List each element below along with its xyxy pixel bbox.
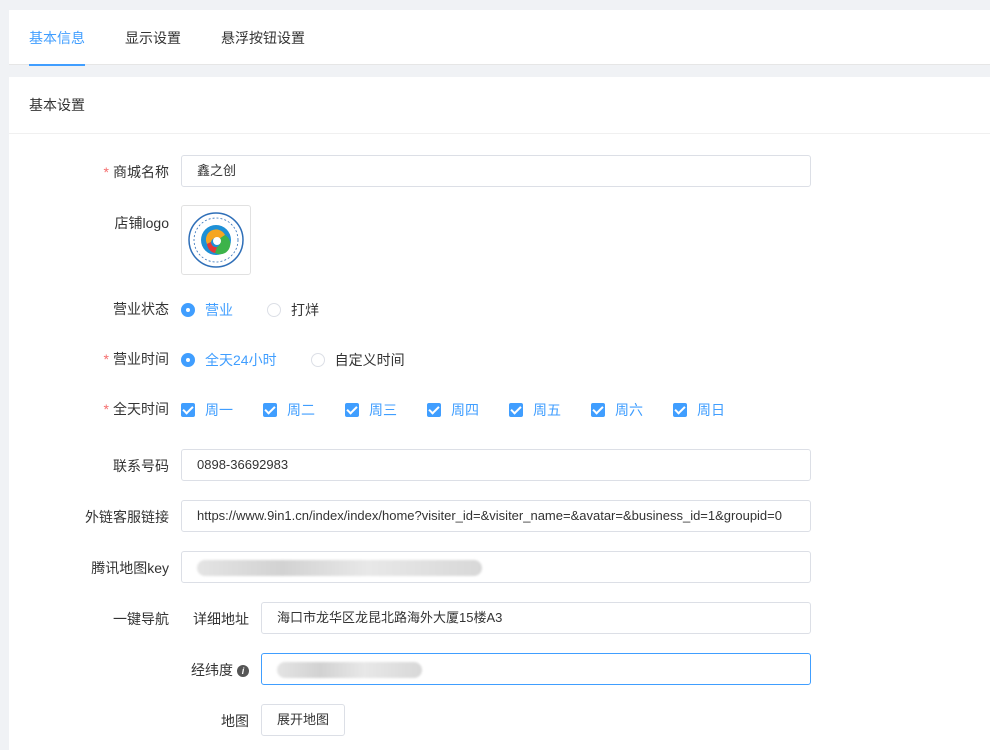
logo-upload[interactable] bbox=[181, 205, 251, 275]
shop-name-label: * 商城名称 bbox=[103, 164, 169, 180]
business-hours-label: * 营业时间 bbox=[103, 351, 169, 367]
address-label: 详细地址 bbox=[193, 611, 249, 627]
service-link-label: 外链客服链接 bbox=[85, 509, 169, 525]
phone-label: 联系号码 bbox=[113, 458, 169, 474]
radio-dot bbox=[181, 353, 195, 367]
status-closed-radio[interactable]: 打烊 bbox=[267, 300, 319, 320]
service-link-input[interactable]: https://www.9in1.cn/index/index/home?vis… bbox=[181, 500, 811, 532]
business-hours-radios: 全天24小时 自定义时间 bbox=[181, 350, 439, 370]
radio-dot bbox=[310, 353, 325, 367]
business-status-radios: 营业 打烊 bbox=[181, 300, 353, 320]
tab-display-settings[interactable]: 显示设置 bbox=[125, 10, 181, 65]
latlng-label: 经纬度 i bbox=[169, 660, 249, 680]
shop-name-input[interactable]: 鑫之创 bbox=[181, 155, 811, 187]
checkbox-icon bbox=[263, 403, 277, 417]
checkbox-sunday[interactable]: 周日 bbox=[673, 400, 755, 420]
navigation-label: 一键导航 bbox=[113, 611, 169, 627]
checkbox-monday[interactable]: 周一 bbox=[181, 400, 263, 420]
section-title: 基本设置 bbox=[9, 77, 990, 134]
status-open-radio[interactable]: 营业 bbox=[181, 300, 233, 320]
checkbox-icon bbox=[509, 403, 523, 417]
shop-logo-image bbox=[188, 212, 244, 268]
checkbox-thursday[interactable]: 周四 bbox=[427, 400, 509, 420]
map-key-input[interactable] bbox=[181, 551, 811, 583]
phone-input[interactable]: 0898-36692983 bbox=[181, 449, 811, 481]
redacted-value bbox=[277, 661, 422, 678]
checkbox-icon bbox=[591, 403, 605, 417]
checkbox-icon bbox=[673, 403, 687, 417]
tab-float-button-settings[interactable]: 悬浮按钮设置 bbox=[221, 10, 305, 65]
checkbox-wednesday[interactable]: 周三 bbox=[345, 400, 427, 420]
checkbox-icon bbox=[181, 403, 195, 417]
business-status-label: 营业状态 bbox=[113, 301, 169, 317]
all-day-label: * 全天时间 bbox=[103, 401, 169, 417]
checkbox-friday[interactable]: 周五 bbox=[509, 400, 591, 420]
map-key-label: 腾讯地图key bbox=[91, 560, 169, 576]
logo-label: 店铺logo bbox=[114, 215, 169, 231]
required-mark: * bbox=[103, 401, 109, 417]
hours-allday-radio[interactable]: 全天24小时 bbox=[181, 350, 277, 370]
tab-bar: 基本信息 显示设置 悬浮按钮设置 bbox=[9, 10, 990, 66]
radio-dot bbox=[181, 303, 195, 317]
latlng-input[interactable] bbox=[261, 653, 811, 685]
weekday-checkboxes: 周一 周二 周三 周四 周五 周六 周日 bbox=[181, 400, 755, 420]
checkbox-icon bbox=[427, 403, 441, 417]
required-mark: * bbox=[103, 351, 109, 367]
checkbox-saturday[interactable]: 周六 bbox=[591, 400, 673, 420]
checkbox-icon bbox=[345, 403, 359, 417]
tab-basic-info[interactable]: 基本信息 bbox=[29, 10, 85, 66]
hours-custom-radio[interactable]: 自定义时间 bbox=[310, 350, 405, 370]
info-icon[interactable]: i bbox=[237, 665, 249, 678]
address-input[interactable]: 海口市龙华区龙昆北路海外大厦15楼A3 bbox=[261, 602, 811, 634]
radio-dot bbox=[267, 303, 281, 317]
map-label: 地图 bbox=[221, 713, 249, 729]
checkbox-tuesday[interactable]: 周二 bbox=[263, 400, 345, 420]
redacted-value bbox=[197, 559, 482, 576]
expand-map-button[interactable]: 展开地图 bbox=[261, 704, 346, 736]
required-mark: * bbox=[103, 164, 109, 180]
settings-card: 基本设置 * 商城名称 鑫之创 店铺logo 营业状态 营业 打烊 * 营业时间… bbox=[9, 77, 990, 750]
